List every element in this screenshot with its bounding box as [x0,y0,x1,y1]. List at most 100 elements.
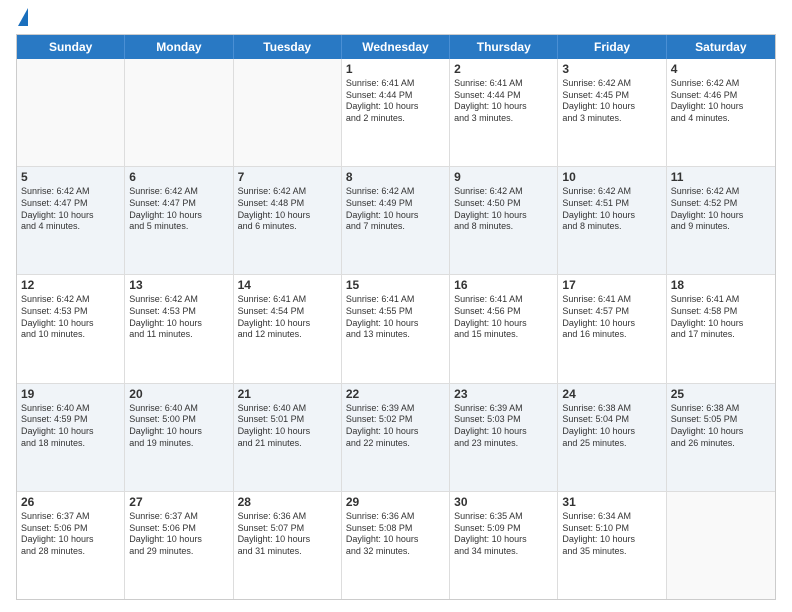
day-number: 5 [21,170,120,184]
day-number: 16 [454,278,553,292]
day-number: 19 [21,387,120,401]
calendar-cell: 21Sunrise: 6:40 AM Sunset: 5:01 PM Dayli… [234,384,342,491]
day-number: 4 [671,62,771,76]
cell-text: Sunrise: 6:39 AM Sunset: 5:02 PM Dayligh… [346,403,445,450]
cell-text: Sunrise: 6:35 AM Sunset: 5:09 PM Dayligh… [454,511,553,558]
cell-text: Sunrise: 6:42 AM Sunset: 4:50 PM Dayligh… [454,186,553,233]
calendar-cell: 31 Sunrise: 6:34 AM Sunset: 5:10 PM Dayli… [558,492,666,599]
day-number: 2 [454,62,553,76]
cell-text: Sunrise: 6:42 AM Sunset: 4:46 PM Dayligh… [671,78,771,125]
calendar-cell: 11 Sunrise: 6:42 AM Sunset: 4:52 PM Dayli… [667,167,775,274]
cell-text: Sunrise: 6:42 AM Sunset: 4:47 PM Dayligh… [21,186,120,233]
cell-text: Sunrise: 6:40 AM Sunset: 4:59 PM Dayligh… [21,403,120,450]
cell-text: Sunrise: 6:42 AM Sunset: 4:53 PM Dayligh… [21,294,120,341]
cell-text: Sunrise: 6:41 AM Sunset: 4:54 PM Dayligh… [238,294,337,341]
calendar-cell [17,59,125,166]
day-number: 3 [562,62,661,76]
calendar-cell [234,59,342,166]
day-number: 25 [671,387,771,401]
day-number: 23 [454,387,553,401]
day-number: 17 [562,278,661,292]
day-number: 7 [238,170,337,184]
cell-text: Sunrise: 6:41 AM Sunset: 4:56 PM Dayligh… [454,294,553,341]
day-number: 13 [129,278,228,292]
weekday-header: Friday [558,35,666,59]
calendar-cell: 4 Sunrise: 6:42 AM Sunset: 4:46 PM Daylig… [667,59,775,166]
calendar: SundayMondayTuesdayWednesdayThursdayFrid… [16,34,776,600]
day-number: 12 [21,278,120,292]
calendar-cell: 27 Sunrise: 6:37 AM Sunset: 5:06 PM Dayli… [125,492,233,599]
calendar-cell: 25 Sunrise: 6:38 AM Sunset: 5:05 PM Dayli… [667,384,775,491]
cell-text: Sunrise: 6:42 AM Sunset: 4:53 PM Dayligh… [129,294,228,341]
day-number: 11 [671,170,771,184]
cell-text: Sunrise: 6:42 AM Sunset: 4:47 PM Dayligh… [129,186,228,233]
calendar-row: 5 Sunrise: 6:42 AM Sunset: 4:47 PM Daylig… [17,167,775,275]
cell-text: Sunrise: 6:41 AM Sunset: 4:44 PM Dayligh… [454,78,553,125]
weekday-header: Wednesday [342,35,450,59]
cell-text: Sunrise: 6:38 AM Sunset: 5:04 PM Dayligh… [562,403,661,450]
weekday-header: Sunday [17,35,125,59]
calendar-header: SundayMondayTuesdayWednesdayThursdayFrid… [17,35,775,59]
calendar-row: 12 Sunrise: 6:42 AM Sunset: 4:53 PM Dayli… [17,275,775,383]
calendar-cell: 16 Sunrise: 6:41 AM Sunset: 4:56 PM Dayli… [450,275,558,382]
day-number: 27 [129,495,228,509]
calendar-cell: 28 Sunrise: 6:36 AM Sunset: 5:07 PM Dayli… [234,492,342,599]
calendar-cell: 9 Sunrise: 6:42 AM Sunset: 4:50 PM Daylig… [450,167,558,274]
weekday-header: Tuesday [234,35,342,59]
calendar-cell: 30 Sunrise: 6:35 AM Sunset: 5:09 PM Dayli… [450,492,558,599]
day-number: 15 [346,278,445,292]
day-number: 6 [129,170,228,184]
calendar-cell: 17 Sunrise: 6:41 AM Sunset: 4:57 PM Dayli… [558,275,666,382]
cell-text: Sunrise: 6:36 AM Sunset: 5:08 PM Dayligh… [346,511,445,558]
cell-text: Sunrise: 6:42 AM Sunset: 4:45 PM Dayligh… [562,78,661,125]
logo [16,12,28,26]
cell-text: Sunrise: 6:38 AM Sunset: 5:05 PM Dayligh… [671,403,771,450]
calendar-cell: 13 Sunrise: 6:42 AM Sunset: 4:53 PM Dayli… [125,275,233,382]
day-number: 29 [346,495,445,509]
calendar-cell [125,59,233,166]
calendar-cell: 26 Sunrise: 6:37 AM Sunset: 5:06 PM Dayli… [17,492,125,599]
calendar-cell: 14 Sunrise: 6:41 AM Sunset: 4:54 PM Dayli… [234,275,342,382]
cell-text: Sunrise: 6:42 AM Sunset: 4:48 PM Dayligh… [238,186,337,233]
calendar-body: 1 Sunrise: 6:41 AM Sunset: 4:44 PM Daylig… [17,59,775,599]
cell-text: Sunrise: 6:42 AM Sunset: 4:52 PM Dayligh… [671,186,771,233]
cell-text: Sunrise: 6:39 AM Sunset: 5:03 PM Dayligh… [454,403,553,450]
day-number: 30 [454,495,553,509]
day-number: 9 [454,170,553,184]
calendar-cell: 10Sunrise: 6:42 AM Sunset: 4:51 PM Dayli… [558,167,666,274]
calendar-cell: 3 Sunrise: 6:42 AM Sunset: 4:45 PM Daylig… [558,59,666,166]
cell-text: Sunrise: 6:41 AM Sunset: 4:58 PM Dayligh… [671,294,771,341]
cell-text: Sunrise: 6:34 AM Sunset: 5:10 PM Dayligh… [562,511,661,558]
calendar-cell: 29 Sunrise: 6:36 AM Sunset: 5:08 PM Dayli… [342,492,450,599]
day-number: 22 [346,387,445,401]
calendar-cell: 20Sunrise: 6:40 AM Sunset: 5:00 PM Dayli… [125,384,233,491]
logo-triangle-icon [18,8,28,26]
calendar-cell: 24Sunrise: 6:38 AM Sunset: 5:04 PM Dayli… [558,384,666,491]
cell-text: Sunrise: 6:42 AM Sunset: 4:49 PM Dayligh… [346,186,445,233]
day-number: 1 [346,62,445,76]
day-number: 26 [21,495,120,509]
cell-text: Sunrise: 6:41 AM Sunset: 4:44 PM Dayligh… [346,78,445,125]
day-number: 8 [346,170,445,184]
day-number: 14 [238,278,337,292]
cell-text: Sunrise: 6:37 AM Sunset: 5:06 PM Dayligh… [129,511,228,558]
cell-text: Sunrise: 6:41 AM Sunset: 4:57 PM Dayligh… [562,294,661,341]
header [16,12,776,26]
day-number: 31 [562,495,661,509]
calendar-cell: 5 Sunrise: 6:42 AM Sunset: 4:47 PM Daylig… [17,167,125,274]
calendar-cell: 2 Sunrise: 6:41 AM Sunset: 4:44 PM Daylig… [450,59,558,166]
cell-text: Sunrise: 6:36 AM Sunset: 5:07 PM Dayligh… [238,511,337,558]
calendar-cell: 19 Sunrise: 6:40 AM Sunset: 4:59 PM Dayli… [17,384,125,491]
calendar-cell [667,492,775,599]
calendar-cell: 1 Sunrise: 6:41 AM Sunset: 4:44 PM Daylig… [342,59,450,166]
day-number: 18 [671,278,771,292]
cell-text: Sunrise: 6:37 AM Sunset: 5:06 PM Dayligh… [21,511,120,558]
day-number: 28 [238,495,337,509]
weekday-header: Monday [125,35,233,59]
calendar-cell: 23 Sunrise: 6:39 AM Sunset: 5:03 PM Dayli… [450,384,558,491]
calendar-row: 19 Sunrise: 6:40 AM Sunset: 4:59 PM Dayli… [17,384,775,492]
calendar-cell: 22 Sunrise: 6:39 AM Sunset: 5:02 PM Dayli… [342,384,450,491]
calendar-cell: 15Sunrise: 6:41 AM Sunset: 4:55 PM Dayli… [342,275,450,382]
cell-text: Sunrise: 6:40 AM Sunset: 5:01 PM Dayligh… [238,403,337,450]
calendar-row: 26 Sunrise: 6:37 AM Sunset: 5:06 PM Dayli… [17,492,775,599]
